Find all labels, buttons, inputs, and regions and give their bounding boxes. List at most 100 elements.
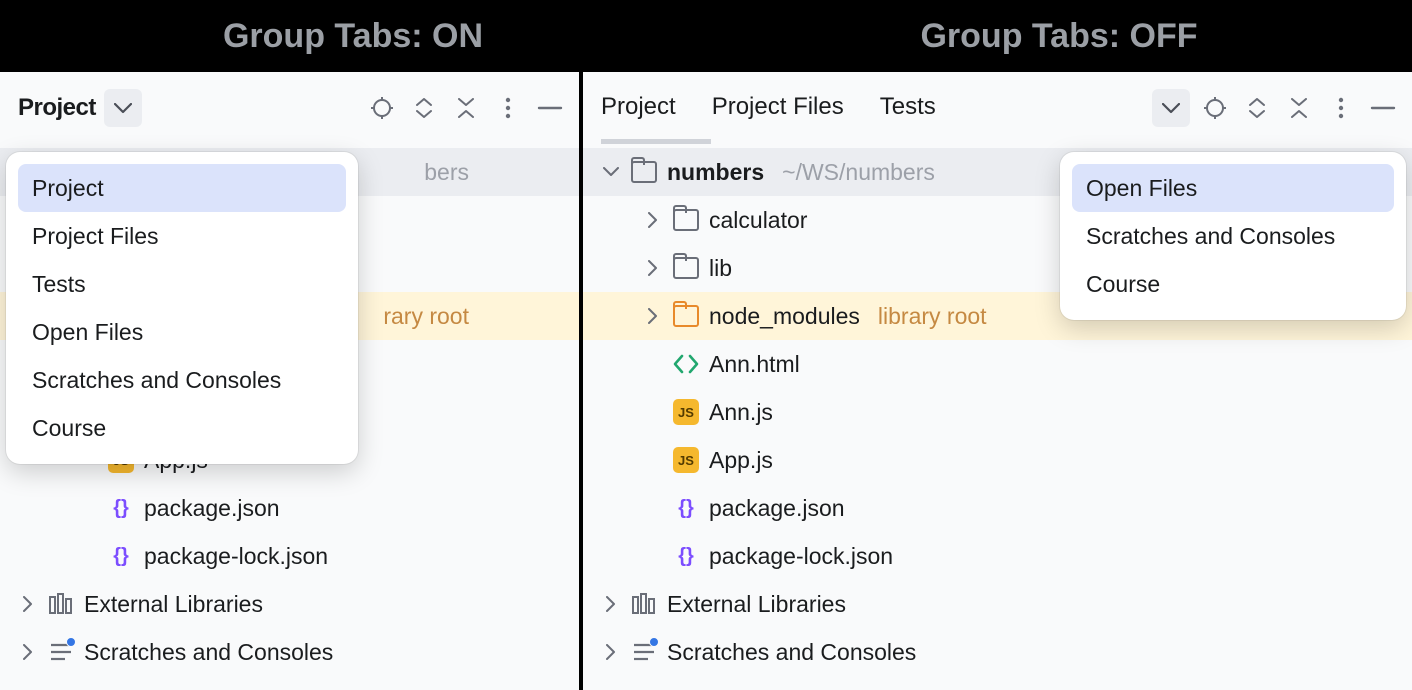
options-button[interactable] [1324, 91, 1358, 125]
folder-name: node_modules [709, 303, 860, 330]
popup-item-scratches-consoles[interactable]: Scratches and Consoles [1072, 212, 1394, 260]
expand-icon [1248, 98, 1266, 118]
tree-row[interactable]: {} package-lock.json [583, 532, 1412, 580]
more-icon [1338, 97, 1344, 119]
file-name: package-lock.json [144, 543, 328, 570]
title-left: Group Tabs: ON [0, 17, 706, 56]
scratches-icon [631, 639, 657, 665]
expand-icon [415, 98, 433, 118]
node-label: Scratches and Consoles [84, 639, 333, 666]
json-file-icon: {} [673, 495, 699, 521]
folder-icon [673, 207, 699, 233]
file-name: Ann.html [709, 351, 800, 378]
view-switcher-popup[interactable]: Project Project Files Tests Open Files S… [6, 152, 358, 464]
js-file-icon: JS [673, 447, 699, 473]
overflow-tabs-button[interactable] [1152, 89, 1190, 127]
chevron-right-icon [601, 644, 621, 660]
hide-button[interactable] [533, 91, 567, 125]
target-icon [370, 96, 394, 120]
external-libraries-icon [48, 591, 74, 617]
tab-project-files[interactable]: Project Files [712, 93, 844, 123]
popup-item-open-files[interactable]: Open Files [1072, 164, 1394, 212]
tree-row-scratches[interactable]: Scratches and Consoles [0, 628, 579, 676]
popup-item-project[interactable]: Project [18, 164, 346, 212]
pane-group-tabs-off: Project Project Files Tests [583, 72, 1412, 690]
collapse-all-button[interactable] [449, 91, 483, 125]
chevron-right-icon [601, 596, 621, 612]
folder-icon [673, 255, 699, 281]
file-name: Ann.js [709, 399, 773, 426]
tree-row[interactable]: JS Ann.js [583, 388, 1412, 436]
more-icon [505, 97, 511, 119]
minimize-icon [1370, 106, 1396, 110]
tree-row[interactable]: {} package.json [583, 484, 1412, 532]
tree-row[interactable]: {} package-lock.json [0, 532, 579, 580]
comparison-titles: Group Tabs: ON Group Tabs: OFF [0, 0, 1412, 72]
title-right: Group Tabs: OFF [706, 17, 1412, 56]
chevron-right-icon [643, 308, 663, 324]
file-name: package.json [144, 495, 280, 522]
tree-row-external-libraries[interactable]: External Libraries [583, 580, 1412, 628]
html-file-icon [673, 351, 699, 377]
select-opened-file-button[interactable] [365, 91, 399, 125]
node-label: External Libraries [84, 591, 263, 618]
options-button[interactable] [491, 91, 525, 125]
library-root-hint: library root [878, 303, 987, 330]
json-file-icon: {} [108, 543, 134, 569]
collapse-all-button[interactable] [1282, 91, 1316, 125]
external-libraries-icon [631, 591, 657, 617]
expand-all-button[interactable] [1240, 91, 1274, 125]
scratches-icon [48, 639, 74, 665]
collapse-icon [457, 98, 475, 118]
file-name: App.js [709, 447, 773, 474]
select-opened-file-button[interactable] [1198, 91, 1232, 125]
root-path-fragment: bers [424, 159, 469, 186]
overflow-tabs-popup[interactable]: Open Files Scratches and Consoles Course [1060, 152, 1406, 320]
node-label: Scratches and Consoles [667, 639, 916, 666]
popup-item-course[interactable]: Course [18, 404, 346, 452]
js-file-icon: JS [673, 399, 699, 425]
chevron-right-icon [643, 260, 663, 276]
view-tabs: Project Project Files Tests [601, 93, 936, 123]
pane-group-tabs-on: Project ber [0, 72, 579, 690]
tree-row[interactable]: {} package.json [0, 484, 579, 532]
tree-row[interactable]: JS App.js [583, 436, 1412, 484]
popup-item-scratches-consoles[interactable]: Scratches and Consoles [18, 356, 346, 404]
root-path: ~/WS/numbers [782, 159, 935, 186]
tab-tests[interactable]: Tests [880, 93, 936, 123]
json-file-icon: {} [673, 543, 699, 569]
expand-all-button[interactable] [407, 91, 441, 125]
chevron-down-icon [114, 103, 132, 114]
root-name: numbers [667, 159, 764, 186]
library-root-hint: rary root [383, 303, 469, 330]
node-label: External Libraries [667, 591, 846, 618]
minimize-icon [537, 106, 563, 110]
view-switcher-button[interactable] [104, 89, 142, 127]
tree-row-scratches[interactable]: Scratches and Consoles [583, 628, 1412, 676]
popup-item-project-files[interactable]: Project Files [18, 212, 346, 260]
project-toolwindow-header: Project [0, 72, 579, 144]
popup-item-tests[interactable]: Tests [18, 260, 346, 308]
chevron-right-icon [643, 212, 663, 228]
active-tab-indicator [601, 139, 711, 144]
view-title: Project [18, 94, 96, 122]
chevron-right-icon [18, 644, 38, 660]
json-file-icon: {} [108, 495, 134, 521]
chevron-down-icon [1162, 103, 1180, 114]
popup-item-open-files[interactable]: Open Files [18, 308, 346, 356]
tree-row[interactable]: Ann.html [583, 340, 1412, 388]
folder-name: calculator [709, 207, 807, 234]
file-name: package-lock.json [709, 543, 893, 570]
folder-name: lib [709, 255, 732, 282]
folder-icon [631, 159, 657, 185]
folder-icon [673, 303, 699, 329]
tree-row-external-libraries[interactable]: External Libraries [0, 580, 579, 628]
tab-project[interactable]: Project [601, 93, 676, 123]
file-name: package.json [709, 495, 845, 522]
chevron-right-icon [18, 596, 38, 612]
popup-item-course[interactable]: Course [1072, 260, 1394, 308]
chevron-down-icon [601, 167, 621, 177]
project-toolwindow-header: Project Project Files Tests [583, 72, 1412, 144]
hide-button[interactable] [1366, 91, 1400, 125]
target-icon [1203, 96, 1227, 120]
